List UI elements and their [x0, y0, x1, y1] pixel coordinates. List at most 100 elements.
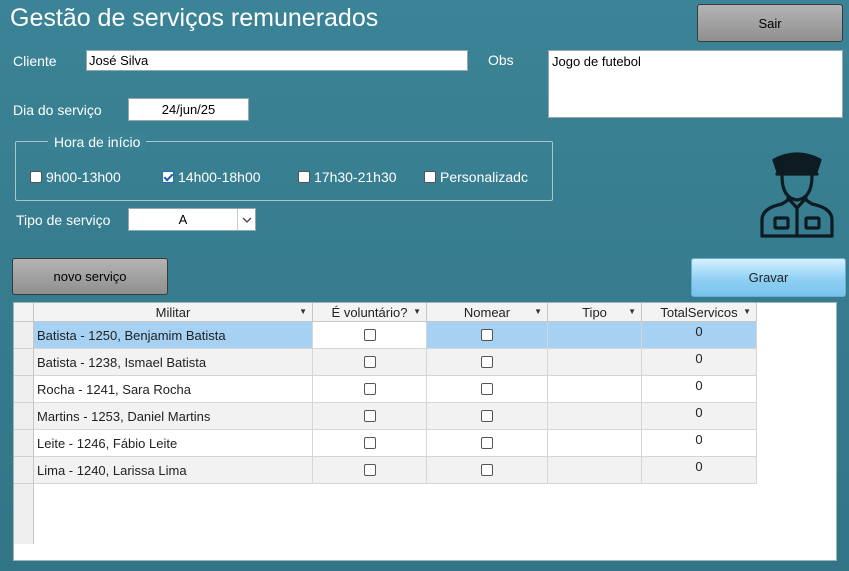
cell-voluntario[interactable]: [313, 349, 427, 376]
col-label: É voluntário?: [331, 304, 408, 320]
cell-total[interactable]: 0: [642, 349, 757, 376]
tipo-value: A: [178, 212, 188, 227]
checkbox-icon[interactable]: [363, 464, 376, 476]
grid-corner[interactable]: [14, 303, 34, 322]
page-title: Gestão de serviços remunerados: [10, 4, 379, 32]
police-officer-icon: [752, 150, 844, 242]
cell-total[interactable]: 0: [642, 322, 757, 349]
hora-option-17h[interactable]: 17h30-21h30: [298, 169, 397, 185]
cell-tipo[interactable]: [548, 403, 642, 430]
col-label: Nomear: [463, 304, 511, 320]
cell-militar[interactable]: Martins - 1253, Daniel Martins: [34, 403, 313, 430]
dropdown-arrow-icon[interactable]: ▼: [299, 307, 307, 316]
row-selector[interactable]: [14, 430, 34, 457]
checkbox-icon[interactable]: [363, 329, 376, 341]
col-header-militar[interactable]: Militar ▼: [34, 303, 313, 322]
cell-voluntario[interactable]: [313, 403, 427, 430]
grid-rows: Batista - 1250, Benjamim Batista 0 Batista…: [34, 322, 757, 484]
cliente-input[interactable]: [86, 50, 468, 71]
cell-voluntario[interactable]: [313, 430, 427, 457]
tipo-combo[interactable]: A: [128, 208, 256, 231]
checkbox-icon[interactable]: [481, 464, 493, 476]
cell-voluntario[interactable]: [313, 322, 427, 349]
cell-nomear[interactable]: [427, 322, 548, 349]
hora-option-14h[interactable]: 14h00-18h00: [162, 169, 261, 185]
cell-tipo[interactable]: [548, 430, 642, 457]
cell-tipo[interactable]: [548, 349, 642, 376]
table-row[interactable]: Batista - 1250, Benjamim Batista 0: [34, 322, 757, 349]
cliente-label: Cliente: [13, 53, 57, 69]
checkbox-icon[interactable]: [363, 383, 376, 395]
cell-total[interactable]: 0: [642, 457, 757, 484]
cell-total[interactable]: 0: [642, 403, 757, 430]
checkbox-icon[interactable]: [298, 171, 310, 183]
hora-option-label: 17h30-21h30: [314, 169, 397, 185]
col-header-tipo[interactable]: Tipo ▼: [548, 303, 642, 322]
hora-option-label: 9h00-13h00: [46, 169, 121, 185]
table-row[interactable]: Leite - 1246, Fábio Leite 0: [34, 430, 757, 457]
row-selector[interactable]: [14, 349, 34, 376]
militares-grid: Militar ▼ É voluntário? ▼ Nomear ▼ Tipo ▼ To…: [13, 302, 837, 561]
cell-total[interactable]: 0: [642, 430, 757, 457]
novo-servico-button[interactable]: novo serviço: [12, 258, 168, 295]
gravar-button[interactable]: Gravar: [691, 258, 846, 297]
hora-option-9h[interactable]: 9h00-13h00: [30, 169, 121, 185]
row-selector[interactable]: [14, 403, 34, 430]
dropdown-arrow-icon[interactable]: ▼: [743, 307, 751, 316]
chevron-down-icon[interactable]: [237, 209, 255, 230]
row-selector-empty: [14, 484, 34, 544]
table-row[interactable]: Lima - 1240, Larissa Lima 0: [34, 457, 757, 484]
dropdown-arrow-icon[interactable]: ▼: [413, 307, 421, 316]
hora-option-personalizado[interactable]: Personalizadc: [424, 169, 542, 185]
dropdown-arrow-icon[interactable]: ▼: [534, 307, 542, 316]
checkbox-icon[interactable]: [481, 383, 493, 395]
cell-tipo[interactable]: [548, 376, 642, 403]
col-header-voluntario[interactable]: É voluntário? ▼: [313, 303, 427, 322]
cell-nomear[interactable]: [427, 457, 548, 484]
cell-nomear[interactable]: [427, 376, 548, 403]
col-label: Tipo: [582, 304, 607, 320]
cell-tipo[interactable]: [548, 322, 642, 349]
checkbox-icon[interactable]: [363, 410, 376, 422]
grid-header: Militar ▼ É voluntário? ▼ Nomear ▼ Tipo ▼ To…: [14, 303, 757, 322]
cell-total[interactable]: 0: [642, 376, 757, 403]
cell-nomear[interactable]: [427, 403, 548, 430]
obs-textarea[interactable]: Jogo de futebol: [548, 50, 843, 118]
table-row[interactable]: Rocha - 1241, Sara Rocha 0: [34, 376, 757, 403]
checkbox-icon[interactable]: [30, 171, 42, 183]
sair-button[interactable]: Sair: [697, 4, 843, 42]
table-row[interactable]: Batista - 1238, Ismael Batista 0: [34, 349, 757, 376]
checkbox-icon[interactable]: [481, 329, 493, 341]
row-selector[interactable]: [14, 376, 34, 403]
dia-label: Dia do serviço: [13, 102, 102, 118]
checkbox-icon[interactable]: [363, 437, 376, 449]
checkbox-icon[interactable]: [481, 437, 493, 449]
obs-label: Obs: [488, 52, 514, 68]
row-selectors: [14, 322, 34, 544]
checkbox-checked-icon[interactable]: [162, 171, 174, 183]
checkbox-icon[interactable]: [481, 356, 493, 368]
cell-voluntario[interactable]: [313, 376, 427, 403]
checkbox-icon[interactable]: [481, 410, 493, 422]
col-header-total[interactable]: TotalServicos ▼: [642, 303, 757, 322]
cell-militar[interactable]: Leite - 1246, Fábio Leite: [34, 430, 313, 457]
col-header-nomear[interactable]: Nomear ▼: [427, 303, 548, 322]
cell-militar[interactable]: Batista - 1238, Ismael Batista: [34, 349, 313, 376]
hora-legend: Hora de início: [48, 134, 147, 150]
dia-input[interactable]: [128, 98, 249, 121]
row-selector[interactable]: [14, 457, 34, 484]
cell-voluntario[interactable]: [313, 457, 427, 484]
cell-nomear[interactable]: [427, 349, 548, 376]
col-label: TotalServicos: [660, 304, 738, 320]
cell-militar[interactable]: Batista - 1250, Benjamim Batista: [34, 322, 313, 349]
cell-tipo[interactable]: [548, 457, 642, 484]
table-row[interactable]: Martins - 1253, Daniel Martins 0: [34, 403, 757, 430]
cell-militar[interactable]: Rocha - 1241, Sara Rocha: [34, 376, 313, 403]
checkbox-icon[interactable]: [363, 356, 376, 368]
hora-option-label: 14h00-18h00: [178, 169, 261, 185]
checkbox-icon[interactable]: [424, 171, 436, 183]
cell-militar[interactable]: Lima - 1240, Larissa Lima: [34, 457, 313, 484]
dropdown-arrow-icon[interactable]: ▼: [628, 307, 636, 316]
cell-nomear[interactable]: [427, 430, 548, 457]
row-selector[interactable]: [14, 322, 34, 349]
